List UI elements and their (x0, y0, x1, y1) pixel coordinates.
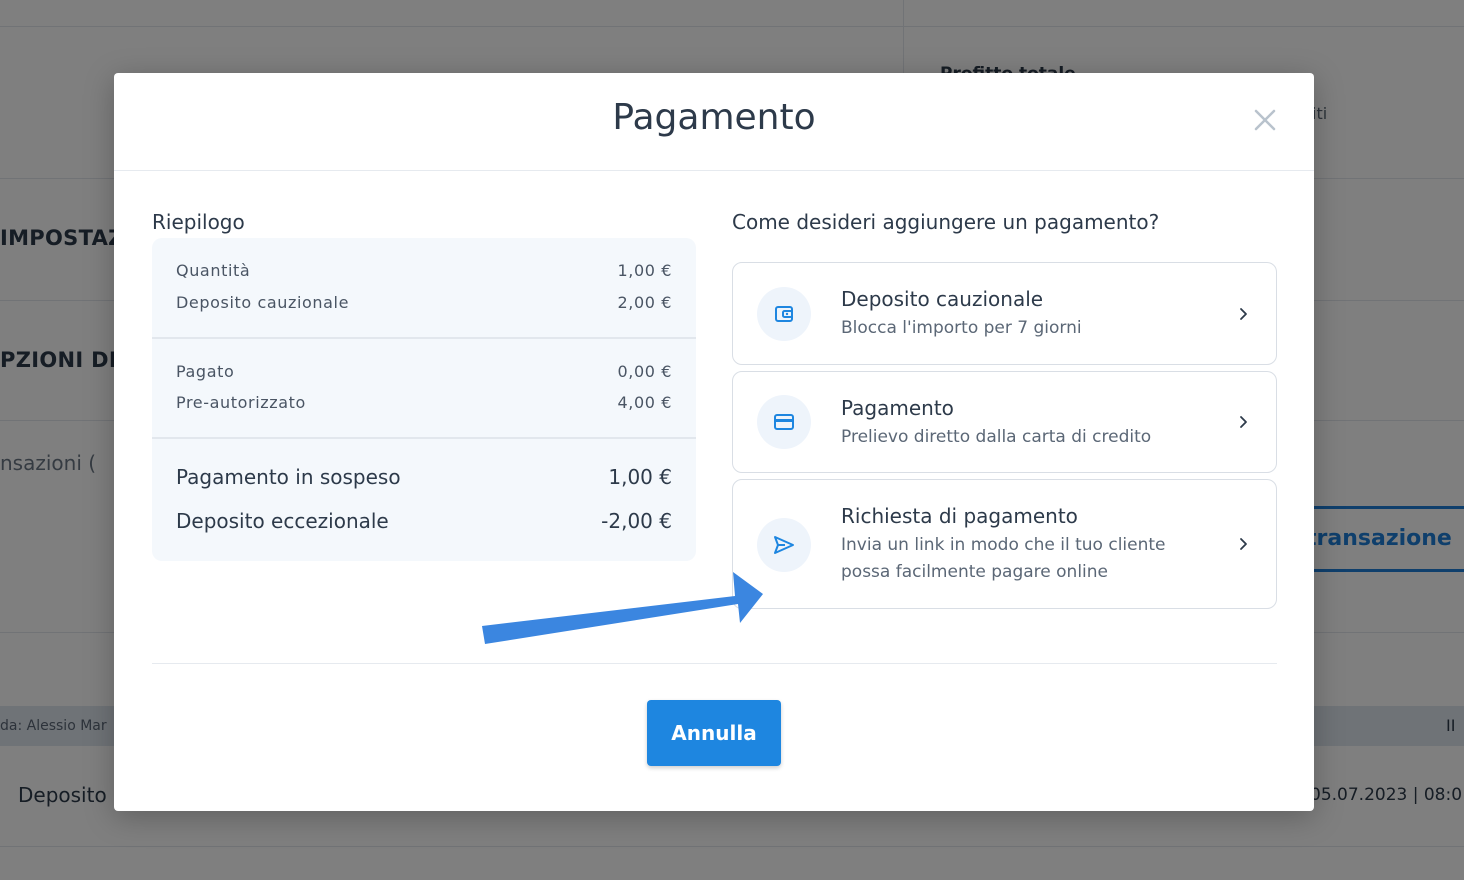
summary-total-label: Pagamento in sospeso (176, 465, 401, 489)
summary-row: Deposito cauzionale 2,00 € (176, 293, 672, 312)
summary-panel: Quantità 1,00 € Deposito cauzionale 2,00… (152, 238, 696, 561)
chevron-right-icon (1240, 416, 1247, 428)
summary-row: Quantità 1,00 € (176, 261, 672, 280)
option-payment[interactable]: Pagamento Prelievo diretto dalla carta d… (732, 371, 1277, 473)
send-icon (757, 518, 811, 572)
cancel-button[interactable]: Annulla (647, 700, 781, 766)
option-description: Prelievo diretto dalla carta di credito (841, 427, 1152, 447)
summary-row: Pagato 0,00 € (176, 362, 672, 381)
summary-heading: Riepilogo (152, 210, 245, 234)
summary-divider (152, 337, 696, 339)
summary-value: 1,00 € (617, 261, 672, 280)
summary-total-value: 1,00 € (608, 465, 672, 489)
option-title: Pagamento (841, 396, 954, 420)
option-description-line: possa facilmente pagare online (841, 562, 1108, 582)
chevron-right-icon (1240, 308, 1247, 320)
option-description: Invia un link in modo che il tuo cliente… (841, 532, 1166, 586)
summary-total-row: Deposito eccezionale -2,00 € (176, 509, 672, 533)
summary-label: Deposito cauzionale (176, 293, 350, 312)
close-button[interactable] (1250, 105, 1280, 135)
summary-total-label: Deposito eccezionale (176, 509, 389, 533)
option-security-deposit[interactable]: Deposito cauzionale Blocca l'importo per… (732, 262, 1277, 365)
option-description: Blocca l'importo per 7 giorni (841, 318, 1082, 338)
options-heading: Come desideri aggiungere un pagamento? (732, 210, 1160, 234)
summary-label: Quantità (176, 261, 251, 280)
summary-total-row: Pagamento in sospeso 1,00 € (176, 465, 672, 489)
summary-row: Pre-autorizzato 4,00 € (176, 393, 672, 412)
chevron-right-icon (1240, 538, 1247, 550)
close-icon (1254, 109, 1276, 131)
modal-header: Pagamento (114, 73, 1314, 171)
summary-value: 4,00 € (617, 393, 672, 412)
summary-label: Pagato (176, 362, 235, 381)
option-description-line: Invia un link in modo che il tuo cliente (841, 535, 1166, 555)
summary-divider (152, 437, 696, 439)
footer-divider (152, 663, 1277, 664)
modal-title: Pagamento (612, 97, 816, 138)
option-title: Deposito cauzionale (841, 287, 1044, 311)
summary-value: 0,00 € (617, 362, 672, 381)
credit-card-icon (757, 395, 811, 449)
option-title: Richiesta di pagamento (841, 504, 1078, 528)
summary-label: Pre-autorizzato (176, 393, 306, 412)
summary-value: 2,00 € (617, 293, 672, 312)
summary-total-value: -2,00 € (601, 509, 672, 533)
option-payment-request[interactable]: Richiesta di pagamento Invia un link in … (732, 479, 1277, 609)
payment-modal: Pagamento Riepilogo Quantità 1,00 € Depo… (114, 73, 1314, 811)
wallet-icon (757, 287, 811, 341)
